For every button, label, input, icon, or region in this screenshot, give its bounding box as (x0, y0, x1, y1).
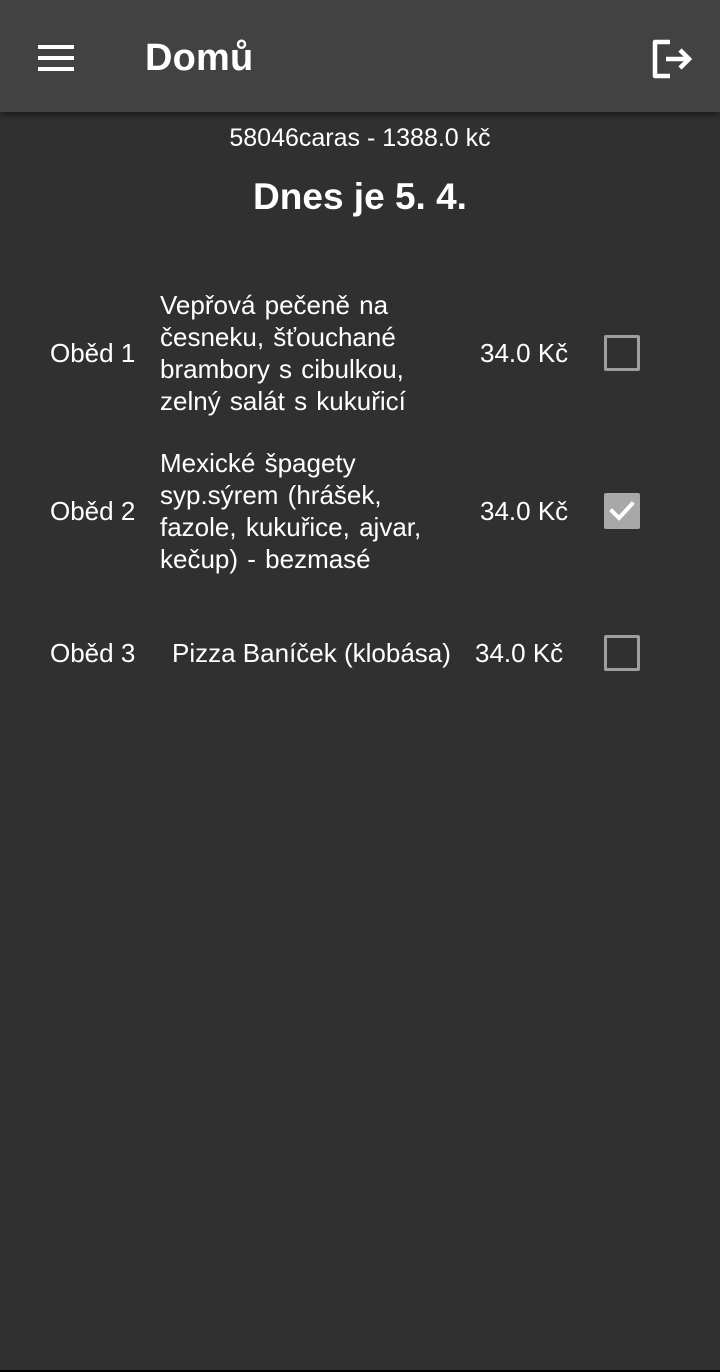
page-title: Domů (145, 37, 254, 79)
meal-checkbox[interactable] (604, 335, 640, 371)
meal-name: Pizza Baníček (klobása) (172, 638, 451, 668)
meal-price: 34.0 Kč (480, 496, 569, 526)
checkmark-icon (609, 501, 635, 521)
meal-row-3: Oběd 3 Pizza Baníček (klobása) 34.0 Kč (0, 632, 720, 674)
meal-checkbox[interactable] (604, 635, 640, 671)
meal-label: Oběd 2 (50, 496, 136, 526)
meal-label: Oběd 1 (50, 338, 136, 368)
logout-icon (652, 39, 693, 79)
meal-name: Vepřová pečeně na česneku, šťouchané bra… (160, 290, 406, 416)
meal-label: Oběd 3 (50, 638, 136, 668)
date-heading: Dnes je 5. 4. (253, 176, 467, 217)
meal-row-1: Oběd 1 Vepřová pečeně na česneku, šťouch… (0, 288, 720, 420)
menu-button[interactable] (28, 30, 84, 86)
meal-checkbox[interactable] (604, 493, 640, 529)
meal-row-2: Oběd 2 Mexické špagety syp.sýrem (hrášek… (0, 446, 720, 578)
account-summary: 58046caras - 1388.0 kč (229, 124, 491, 152)
meal-name: Mexické špagety syp.sýrem (hrášek, fazol… (160, 448, 422, 574)
logout-button[interactable] (644, 30, 700, 86)
main-content: 58046caras - 1388.0 kč Dnes je 5. 4. Obě… (0, 112, 720, 1372)
meal-price: 34.0 Kč (480, 338, 569, 368)
app-bar: Domů (0, 0, 720, 112)
meal-price: 34.0 Kč (475, 638, 564, 668)
